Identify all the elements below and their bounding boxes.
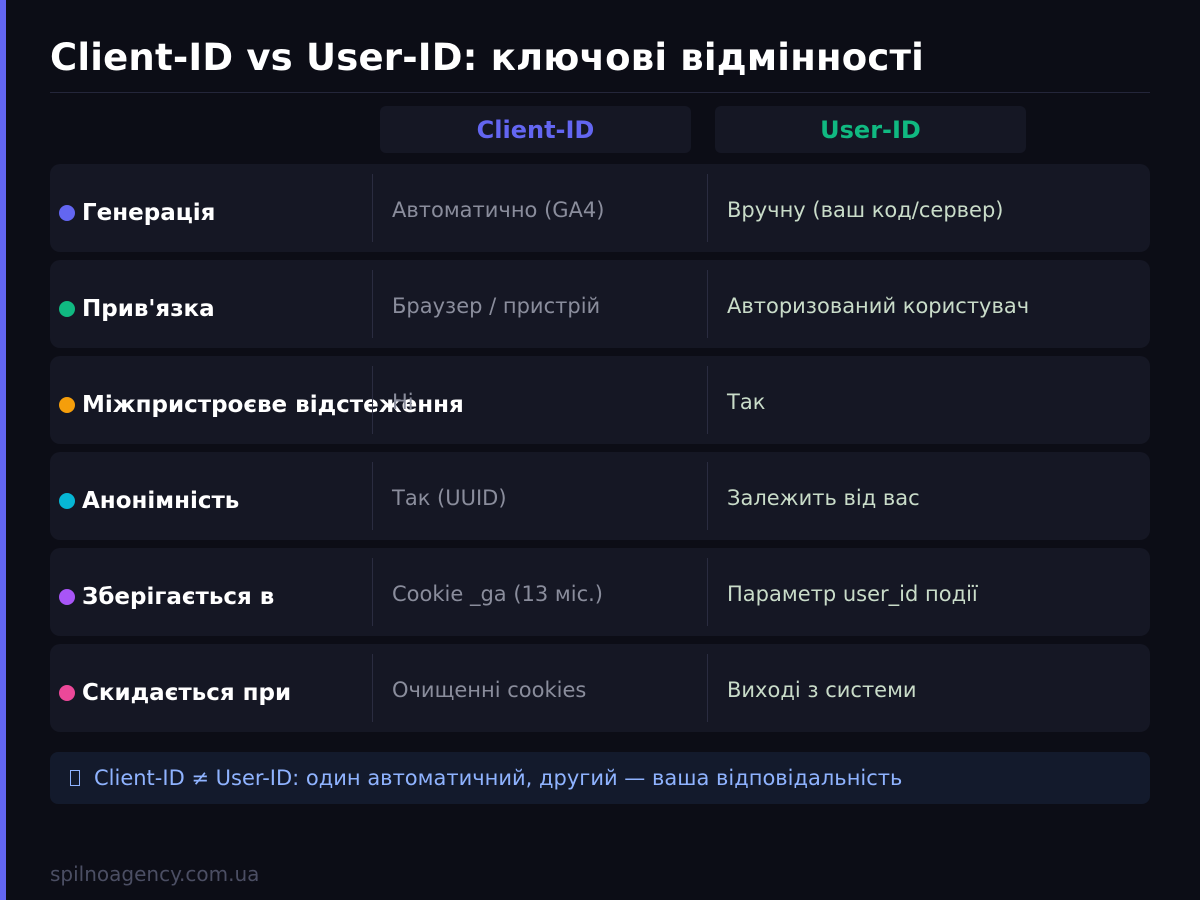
column-separator xyxy=(707,270,708,338)
column-header-user-id: User-ID xyxy=(715,106,1026,153)
row-dot-icon xyxy=(59,205,75,221)
row-label: Анонімність xyxy=(82,488,240,514)
column-separator xyxy=(372,174,373,242)
column-separator xyxy=(372,366,373,434)
column-separator xyxy=(372,558,373,626)
accent-bar xyxy=(0,0,6,900)
column-separator xyxy=(707,558,708,626)
column-separator xyxy=(372,462,373,530)
row-label: Зберігається в xyxy=(82,584,275,610)
page-title: Client-ID vs User-ID: ключові відмінност… xyxy=(50,36,924,79)
row-dot-icon xyxy=(59,589,75,605)
client-id-value: Ні xyxy=(392,390,414,414)
client-id-value: Cookie _ga (13 міс.) xyxy=(392,582,604,606)
comparison-row: Прив'язка Браузер / пристрій Авторизован… xyxy=(50,260,1150,348)
column-header-client-id: Client-ID xyxy=(380,106,691,153)
comparison-row: Міжпристроєве відстеження Ні Так xyxy=(50,356,1150,444)
lightbulb-icon xyxy=(70,770,80,786)
row-label: Генерація xyxy=(82,200,216,226)
user-id-value: Вручну (ваш код/сервер) xyxy=(727,198,1004,222)
row-dot-icon xyxy=(59,397,75,413)
user-id-value: Так xyxy=(727,390,766,414)
row-dot-icon xyxy=(59,493,75,509)
row-label: Прив'язка xyxy=(82,296,215,322)
row-dot-icon xyxy=(59,685,75,701)
comparison-row: Генерація Автоматично (GA4) Вручну (ваш … xyxy=(50,164,1150,252)
client-id-value: Очищенні cookies xyxy=(392,678,587,702)
note-text: Client-ID ≠ User-ID: один автоматичний, … xyxy=(94,766,903,790)
client-id-value: Автоматично (GA4) xyxy=(392,198,605,222)
footer-domain: spilnoagency.com.ua xyxy=(50,862,260,886)
user-id-value: Виході з системи xyxy=(727,678,917,702)
user-id-value: Параметр user_id події xyxy=(727,582,978,606)
column-separator xyxy=(372,270,373,338)
column-separator xyxy=(372,654,373,722)
comparison-row: Скидається при Очищенні cookies Виході з… xyxy=(50,644,1150,732)
note-banner: Client-ID ≠ User-ID: один автоматичний, … xyxy=(50,752,1150,804)
column-separator xyxy=(707,174,708,242)
column-separator xyxy=(707,462,708,530)
row-label: Скидається при xyxy=(82,680,292,706)
column-separator xyxy=(707,366,708,434)
client-id-value: Браузер / пристрій xyxy=(392,294,601,318)
client-id-value: Так (UUID) xyxy=(392,486,507,510)
row-dot-icon xyxy=(59,301,75,317)
comparison-row: Анонімність Так (UUID) Залежить від вас xyxy=(50,452,1150,540)
user-id-value: Авторизований користувач xyxy=(727,294,1030,318)
column-separator xyxy=(707,654,708,722)
user-id-value: Залежить від вас xyxy=(727,486,920,510)
title-divider xyxy=(50,92,1150,93)
comparison-row: Зберігається в Cookie _ga (13 міс.) Пара… xyxy=(50,548,1150,636)
